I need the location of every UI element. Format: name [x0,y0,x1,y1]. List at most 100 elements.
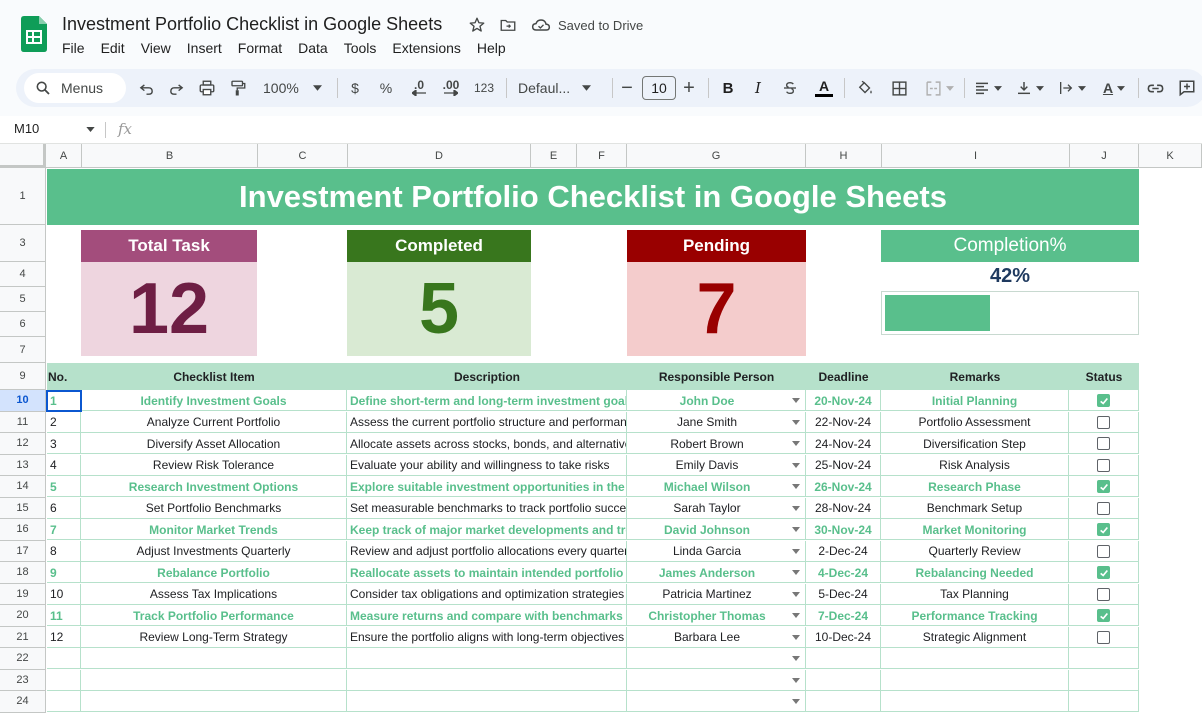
checkbox-checked[interactable] [1097,480,1110,493]
cell-checklist-item[interactable]: Review Risk Tolerance [81,454,347,476]
cell-deadline[interactable]: 22-Nov-24 [806,411,881,433]
menu-insert[interactable]: Insert [179,39,230,57]
column-header-h[interactable]: H [806,144,882,168]
row-header-7[interactable]: 7 [0,337,46,363]
print-icon[interactable] [194,69,220,107]
column-header-a[interactable]: A [46,144,82,168]
text-color-icon[interactable]: A [811,69,837,107]
cell-no[interactable]: 4 [47,454,81,476]
column-header-f[interactable]: F [577,144,627,168]
cell-status[interactable] [1069,454,1139,476]
cell-description[interactable]: Measure returns and compare with benchma… [347,605,627,626]
cell-responsible-person[interactable]: David Johnson [627,519,806,540]
column-header-e[interactable]: E [531,144,577,168]
cell-checklist-item[interactable]: Rebalance Portfolio [81,562,347,583]
dropdown-arrow-icon[interactable] [792,505,800,511]
row-header-21[interactable]: 21 [0,626,46,648]
cell-deadline[interactable]: 2-Dec-24 [806,540,881,562]
checkbox-unchecked[interactable] [1097,458,1110,472]
row-header-19[interactable]: 19 [0,583,46,605]
insert-link-icon[interactable] [1142,69,1168,107]
checkbox-checked[interactable] [1097,609,1110,622]
cell-no[interactable]: 1 [47,390,81,411]
cell-status[interactable] [1069,669,1139,691]
increase-font-size-icon[interactable]: + [678,69,700,107]
row-header-10[interactable]: 10 [0,390,46,412]
cell-remarks[interactable] [881,648,1069,669]
checkbox-checked[interactable] [1097,566,1110,579]
cell-deadline[interactable]: 10-Dec-24 [806,626,881,648]
cell-description[interactable]: Review and adjust portfolio allocations … [347,540,627,562]
checkbox-unchecked[interactable] [1097,415,1110,429]
cell-description[interactable] [347,691,627,712]
cell-remarks[interactable]: Strategic Alignment [881,626,1069,648]
cell-deadline[interactable]: 4-Dec-24 [806,562,881,583]
checkbox-unchecked[interactable] [1097,630,1110,644]
cell-status[interactable] [1069,411,1139,433]
format-currency-button[interactable]: $ [344,69,366,107]
horizontal-align-icon[interactable] [970,69,1006,107]
cell-responsible-person[interactable] [627,648,806,669]
cell-responsible-person[interactable]: James Anderson [627,562,806,583]
paint-format-icon[interactable] [225,69,251,107]
menu-format[interactable]: Format [230,39,290,57]
dropdown-arrow-icon[interactable] [792,484,800,489]
column-header-c[interactable]: C [258,144,348,168]
cell-responsible-person[interactable] [627,669,806,691]
dropdown-arrow-icon[interactable] [792,656,800,661]
cell-deadline[interactable] [806,669,881,691]
cell-checklist-item[interactable] [81,691,347,712]
cell-remarks[interactable]: Performance Tracking [881,605,1069,626]
move-to-folder-icon[interactable] [497,14,519,36]
cell-no[interactable]: 5 [47,476,81,497]
row-header-5[interactable]: 5 [0,287,46,312]
column-header-d[interactable]: D [348,144,531,168]
cell-checklist-item[interactable]: Analyze Current Portfolio [81,411,347,433]
cell-status[interactable] [1069,497,1139,519]
cell-remarks[interactable]: Benchmark Setup [881,497,1069,519]
dropdown-arrow-icon[interactable] [792,699,800,704]
column-header-g[interactable]: G [627,144,806,168]
cell-status[interactable] [1069,605,1139,626]
more-formats-button[interactable]: 123 [470,69,498,107]
cell-responsible-person[interactable]: Linda Garcia [627,540,806,562]
dropdown-arrow-icon[interactable] [792,462,800,468]
cell-description[interactable]: Reallocate assets to maintain intended p… [347,562,627,583]
row-header-3[interactable]: 3 [0,225,46,262]
decrease-decimal-button[interactable]: .0 [404,69,434,107]
row-header-18[interactable]: 18 [0,562,46,584]
dropdown-arrow-icon[interactable] [792,419,800,425]
cell-description[interactable]: Evaluate your ability and willingness to… [347,454,627,476]
document-title[interactable]: Investment Portfolio Checklist in Google… [62,14,442,35]
spreadsheet-grid[interactable]: ABCDEFGHIJK 1 3 4 5 6 7 9 10 11 12 13 14 15 16 17 18 19 2… [0,144,1202,720]
cell-status[interactable] [1069,476,1139,497]
cell-description[interactable]: Ensure the portfolio aligns with long-te… [347,626,627,648]
cell-remarks[interactable]: Risk Analysis [881,454,1069,476]
chevron-down-icon[interactable] [86,127,95,132]
search-menus-button[interactable]: Menus [24,73,126,103]
cell-remarks[interactable]: Rebalancing Needed [881,562,1069,583]
column-header-j[interactable]: J [1070,144,1139,168]
cell-deadline[interactable]: 28-Nov-24 [806,497,881,519]
cell-no[interactable]: 10 [47,583,81,605]
cell-responsible-person[interactable]: Michael Wilson [627,476,806,497]
cell-deadline[interactable]: 5-Dec-24 [806,583,881,605]
dropdown-arrow-icon[interactable] [792,398,800,403]
cell-no[interactable]: 2 [47,411,81,433]
checkbox-unchecked[interactable] [1097,437,1110,450]
row-header-20[interactable]: 20 [0,605,46,627]
cell-remarks[interactable]: Market Monitoring [881,519,1069,540]
cell-no[interactable]: 3 [47,433,81,454]
cell-status[interactable] [1069,691,1139,712]
cell-no[interactable]: 11 [47,605,81,626]
cell-deadline[interactable]: 24-Nov-24 [806,433,881,454]
menu-tools[interactable]: Tools [336,39,385,57]
menu-edit[interactable]: Edit [93,39,133,57]
row-header-22[interactable]: 22 [0,648,46,670]
cell-description[interactable]: Allocate assets across stocks, bonds, an… [347,433,627,454]
decrease-font-size-icon[interactable]: − [616,69,638,107]
cell-no[interactable]: 9 [47,562,81,583]
cell-checklist-item[interactable] [81,669,347,691]
redo-icon[interactable] [163,69,189,107]
italic-icon[interactable]: I [746,69,770,107]
